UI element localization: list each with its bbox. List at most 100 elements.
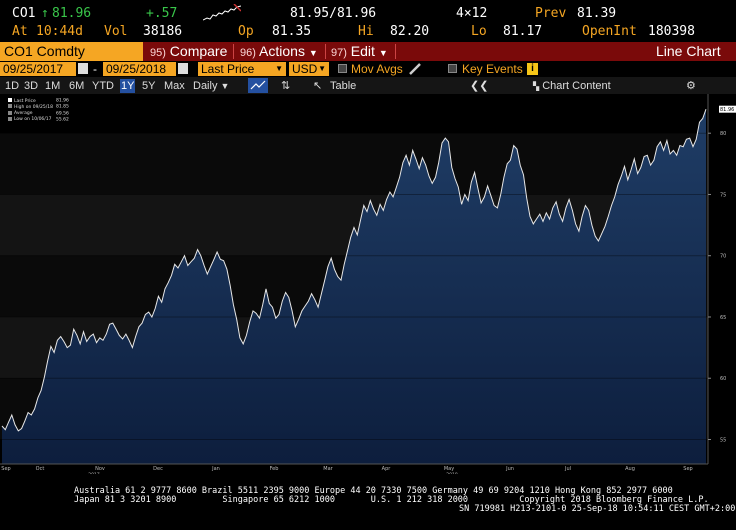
key-events-label: Key Events xyxy=(462,62,523,76)
period-button-1d[interactable]: 1D xyxy=(5,79,19,93)
x-tick-label: Sep xyxy=(683,466,692,472)
sort-icon[interactable]: ⇅ xyxy=(281,79,290,93)
date-separator: - xyxy=(93,62,97,76)
table-button[interactable]: Table xyxy=(330,79,356,93)
mov-avgs-checkbox[interactable] xyxy=(338,64,347,73)
x-tick-label: Nov xyxy=(95,466,105,472)
y-tick-label: 80 xyxy=(720,131,726,137)
footer-session: SN 719981 H213-2101-0 25-Sep-18 10:54:11… xyxy=(459,504,736,514)
legend-label: Low on 10/06/17 xyxy=(14,117,52,123)
currency-value: USD xyxy=(292,62,318,76)
net-change: +.57 xyxy=(146,6,178,21)
bid-ask: 81.95/81.96 xyxy=(290,6,377,21)
actions-number: 96) xyxy=(240,47,256,59)
time-label: At xyxy=(12,24,28,39)
y-tick-label: 75 xyxy=(720,192,726,198)
chart-content-button[interactable]: ▚ Chart Content xyxy=(533,79,611,93)
ticker-symbol: CO1 xyxy=(12,6,36,21)
legend-value: 55.62 xyxy=(56,117,69,123)
y-tick-label: 70 xyxy=(720,254,726,260)
legend-swatch xyxy=(8,98,12,102)
x-tick-label: Aug xyxy=(625,466,635,472)
legend-value: 81.96 xyxy=(56,98,69,104)
gear-icon[interactable]: ⚙ xyxy=(686,79,696,93)
x-tick-label: May xyxy=(444,466,454,472)
x-tick-label: Oct xyxy=(36,466,45,472)
last-time: 10:44d xyxy=(36,24,83,39)
open-price: 81.35 xyxy=(272,24,312,39)
frequency-select[interactable]: Daily ▼ xyxy=(193,79,229,93)
period-button-ytd[interactable]: YTD xyxy=(92,79,114,93)
key-events-checkbox[interactable] xyxy=(448,64,457,73)
chevron-down-icon: ▼ xyxy=(275,64,283,73)
last-arrow-icon: ↑ xyxy=(41,6,49,21)
bid-ask-size: 4×12 xyxy=(456,6,488,21)
chart-type-label: Line Chart xyxy=(656,43,721,59)
last-price: 81.96 xyxy=(52,6,92,21)
security-field[interactable]: CO1 Comdty xyxy=(0,42,143,61)
legend-item: Low on 10/06/17 55.62 xyxy=(8,116,76,123)
compare-number: 95) xyxy=(150,47,166,59)
high-price: 82.20 xyxy=(390,24,430,39)
calendar-icon[interactable] xyxy=(78,63,88,74)
x-tick-label: Feb xyxy=(270,466,279,472)
x-tick-label: Apr xyxy=(382,466,392,472)
period-button-max[interactable]: Max xyxy=(164,79,185,93)
prev-label: Prev xyxy=(535,6,567,21)
start-date-input[interactable]: 09/25/2017 xyxy=(0,62,76,76)
prev-close: 81.39 xyxy=(577,6,617,21)
legend-swatch xyxy=(8,116,12,121)
chart-legend: Last Price 81.96 High on 09/25/18 81.85 Aver… xyxy=(6,97,78,133)
cursor-icon[interactable]: ↖ xyxy=(313,79,322,93)
menu-divider xyxy=(325,44,326,59)
legend-swatch xyxy=(8,110,12,115)
chevron-down-icon: ▼ xyxy=(378,48,388,58)
volume: 38186 xyxy=(143,24,183,39)
high-label: Hi xyxy=(358,24,374,39)
menu-divider xyxy=(395,44,396,59)
sparkline-icon xyxy=(203,4,241,21)
info-icon[interactable]: i xyxy=(527,63,538,75)
edit-label: Edit xyxy=(350,43,375,59)
footer: Australia 61 2 9777 8600 Brazil 5511 239… xyxy=(0,484,736,530)
x-tick-label: Mar xyxy=(323,466,333,472)
chevron-down-icon: ▼ xyxy=(220,81,230,91)
price-chart[interactable]: 55 60 65 70 75 80 81.96 Sep Oct Nov Dec Jan Feb Mar Ap… xyxy=(0,94,736,474)
actions-menu[interactable]: 96) Actions ▼ xyxy=(240,42,318,61)
grid-band xyxy=(0,133,708,195)
legend-value: 69.56 xyxy=(56,111,69,117)
low-label: Lo xyxy=(471,24,487,39)
edit-menu[interactable]: 97) Edit ▼ xyxy=(331,42,388,61)
chevron-down-icon: ▼ xyxy=(318,64,326,73)
compare-button[interactable]: 95) Compare xyxy=(150,42,227,61)
period-button-3d[interactable]: 3D xyxy=(24,79,38,93)
y-tick-label: 55 xyxy=(720,437,726,443)
end-date-input[interactable]: 09/25/2018 xyxy=(103,62,176,76)
period-button-1m[interactable]: 1M xyxy=(45,79,60,93)
period-button-1y[interactable]: 1Y xyxy=(120,79,136,93)
x-tick-label: Jan xyxy=(211,466,220,472)
open-interest-label: OpenInt xyxy=(582,24,637,39)
currency-select[interactable]: USD ▼ xyxy=(289,62,329,76)
x-tick-label: Jul xyxy=(564,466,571,472)
legend-swatch xyxy=(8,104,12,109)
line-chart-icon[interactable] xyxy=(248,78,268,93)
price-field-select[interactable]: Last Price ▼ xyxy=(198,62,286,76)
legend-label: High on 09/25/18 xyxy=(14,104,54,110)
actions-label: Actions xyxy=(259,43,305,59)
period-button-6m[interactable]: 6M xyxy=(69,79,84,93)
edit-number: 97) xyxy=(331,47,347,59)
y-axis-panel xyxy=(708,94,736,474)
collapse-icon[interactable]: ❮❮ xyxy=(470,79,488,93)
pencil-icon[interactable] xyxy=(408,62,422,76)
low-price: 81.17 xyxy=(503,24,543,39)
legend-item: High on 09/25/18 81.85 xyxy=(8,104,76,110)
calendar-icon[interactable] xyxy=(178,63,188,74)
chart-content-label: Chart Content xyxy=(542,80,611,92)
volume-label: Vol xyxy=(104,24,128,39)
x-year-label: 2018 xyxy=(446,472,458,474)
panel-icon: ▚ xyxy=(533,82,540,91)
period-button-5y[interactable]: 5Y xyxy=(142,79,155,93)
open-interest: 180398 xyxy=(648,24,695,39)
frequency-value: Daily xyxy=(193,80,218,92)
